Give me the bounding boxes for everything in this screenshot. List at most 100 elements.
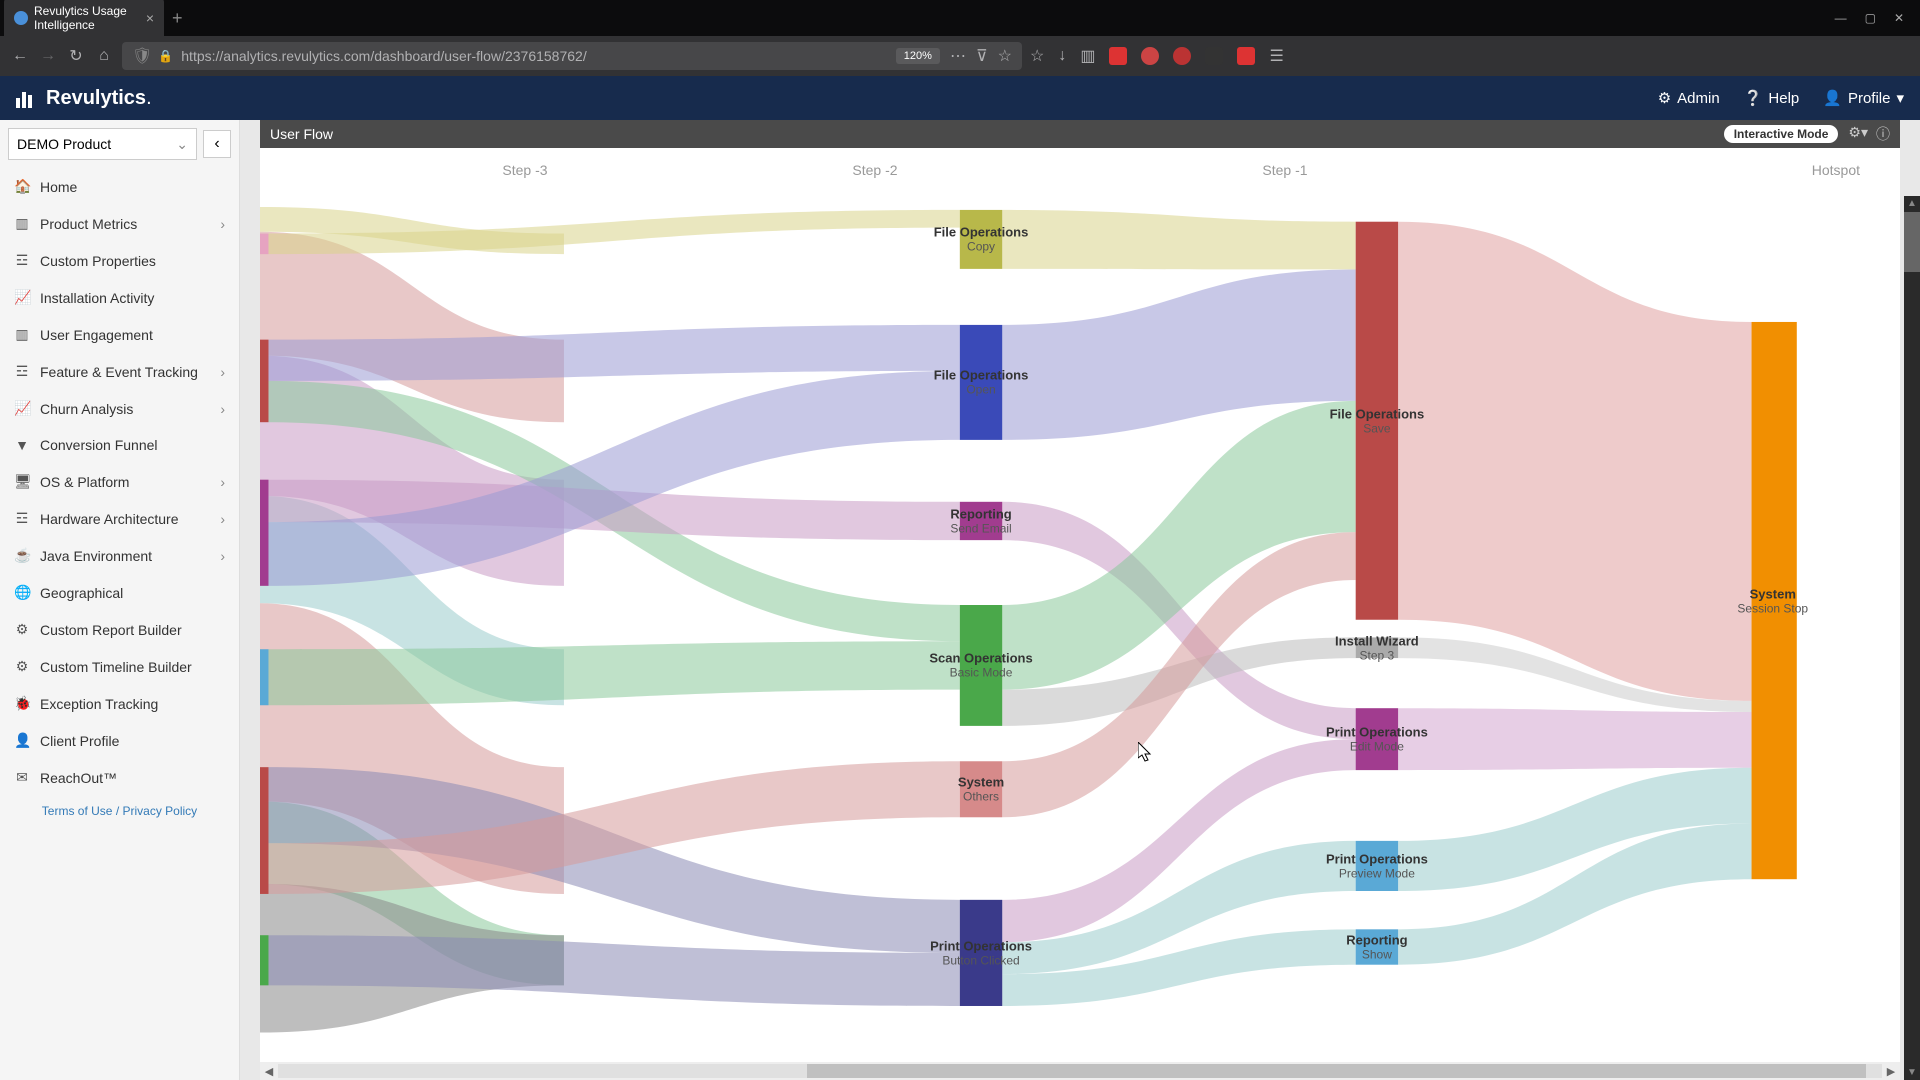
library-icon[interactable]: ▥: [1080, 46, 1095, 66]
extension-icon-2[interactable]: [1141, 47, 1159, 65]
nav-label: Exception Tracking: [40, 696, 158, 712]
globe-icon: 🌐: [14, 584, 30, 601]
chevron-right-icon: ›: [220, 474, 225, 490]
back-button[interactable]: ←: [10, 47, 30, 65]
cog-icon: ⚙: [14, 658, 30, 675]
bug-icon: 🐞: [14, 695, 30, 712]
bookmark-icon[interactable]: ☆: [1030, 46, 1044, 66]
maximize-icon[interactable]: ▢: [1865, 11, 1876, 25]
shield-icon[interactable]: 🛡: [132, 46, 152, 66]
menu-icon[interactable]: ☰: [1269, 46, 1283, 66]
scroll-up-icon[interactable]: ▲: [1904, 198, 1920, 209]
browser-tab[interactable]: Revulytics Usage Intelligence ×: [4, 0, 164, 38]
scroll-right-icon[interactable]: ▶: [1882, 1065, 1900, 1078]
main: User Flow Interactive Mode ⚙▾ ⓘ Step -3 …: [240, 120, 1920, 1080]
interactive-mode-badge[interactable]: Interactive Mode: [1724, 125, 1839, 143]
terms-link[interactable]: Terms of Use: [42, 804, 113, 818]
bookmark-star-icon[interactable]: ☆: [998, 46, 1012, 66]
sidebar-item-3[interactable]: 📈Installation Activity: [0, 279, 239, 316]
cog-icon: ⚙: [14, 621, 30, 638]
chevron-right-icon: ›: [220, 548, 225, 564]
product-selector[interactable]: DEMO Product ⌄: [8, 128, 197, 160]
url-bar[interactable]: 🛡 🔒 https://analytics.revulytics.com/das…: [122, 42, 1022, 70]
sidebar-item-2[interactable]: ☲Custom Properties: [0, 242, 239, 279]
home-icon: 🏠: [14, 178, 30, 195]
app-header: Revulytics. ⚙Admin ❔Help 👤Profile▾: [0, 76, 1920, 120]
content: DEMO Product ⌄ ‹ 🏠Home▥Product Metrics›☲…: [0, 120, 1920, 1080]
nav-label: User Engagement: [40, 327, 153, 343]
zoom-badge[interactable]: 120%: [896, 48, 940, 64]
sidebar-item-11[interactable]: 🌐Geographical: [0, 574, 239, 611]
chevron-right-icon: ›: [220, 401, 225, 417]
sidebar-item-12[interactable]: ⚙Custom Report Builder: [0, 611, 239, 648]
sidebar-item-16[interactable]: ✉ReachOut™: [0, 759, 239, 796]
admin-link[interactable]: ⚙Admin: [1658, 89, 1720, 107]
help-link[interactable]: ❔Help: [1744, 89, 1800, 107]
sidebar-item-14[interactable]: 🐞 Exception Tracking: [0, 685, 239, 722]
tasks-icon: ☲: [14, 363, 30, 380]
scroll-track[interactable]: [278, 1064, 1882, 1078]
panel-header: User Flow Interactive Mode ⚙▾ ⓘ: [260, 120, 1900, 148]
close-window-icon[interactable]: ✕: [1894, 11, 1904, 25]
sidebar-item-5[interactable]: ☲Feature & Event Tracking›: [0, 353, 239, 390]
extension-icon-1[interactable]: [1109, 47, 1127, 65]
nav-label: ReachOut™: [40, 770, 117, 786]
sidebar-item-8[interactable]: 🖥OS & Platform›: [0, 463, 239, 500]
logo-text: Revulytics: [46, 87, 146, 110]
gear-icon: ⚙: [1658, 89, 1671, 107]
extension-icon-4[interactable]: [1205, 47, 1223, 65]
sidebar-item-15[interactable]: 👤Client Profile: [0, 722, 239, 759]
forward-button[interactable]: →: [38, 47, 58, 65]
sidebar-item-13[interactable]: ⚙Custom Timeline Builder: [0, 648, 239, 685]
tab-favicon: [14, 11, 28, 25]
info-icon[interactable]: ⓘ: [1876, 124, 1890, 144]
v-scroll-thumb[interactable]: [1904, 212, 1920, 272]
collapse-sidebar-button[interactable]: ‹: [203, 130, 231, 158]
sankey-container[interactable]: Step -3 Step -2 Step -1 Hotspot File Ope…: [260, 148, 1900, 1062]
nav-label: Custom Properties: [40, 253, 156, 269]
scroll-thumb[interactable]: [807, 1064, 1866, 1078]
url-text: https://analytics.revulytics.com/dashboa…: [181, 48, 586, 64]
new-tab-button[interactable]: +: [172, 8, 183, 29]
logo-icon: [16, 88, 40, 108]
reload-button[interactable]: ↻: [66, 46, 86, 66]
sidebar-item-4[interactable]: ▥ User Engagement: [0, 316, 239, 353]
sidebar-item-10[interactable]: ☕Java Environment›: [0, 537, 239, 574]
h-scrollbar[interactable]: ◀ ▶: [260, 1062, 1900, 1080]
pocket-icon[interactable]: ⊽: [976, 46, 988, 66]
download-icon[interactable]: ↓: [1058, 47, 1066, 65]
privacy-link[interactable]: Privacy Policy: [123, 804, 198, 818]
sankey-chart[interactable]: [260, 148, 1900, 1062]
scroll-down-icon[interactable]: ▼: [1904, 1067, 1920, 1078]
nav-list: 🏠Home▥Product Metrics›☲Custom Properties…: [0, 168, 239, 796]
v-scrollbar[interactable]: ▲ ▼: [1904, 196, 1920, 1080]
extension-icon-5[interactable]: [1237, 47, 1255, 65]
tasks-icon: ☲: [14, 510, 30, 527]
user-icon: 👤: [1823, 89, 1842, 107]
user-icon: 👤: [14, 732, 30, 749]
sidebar-item-6[interactable]: 📈Churn Analysis›: [0, 390, 239, 427]
footer-sep: /: [112, 804, 122, 818]
scroll-left-icon[interactable]: ◀: [260, 1065, 278, 1078]
settings-icon[interactable]: ⚙▾: [1848, 124, 1868, 144]
logo[interactable]: Revulytics.: [16, 87, 152, 110]
sidebar-item-1[interactable]: ▥Product Metrics›: [0, 205, 239, 242]
panel-icons: ⚙▾ ⓘ: [1848, 124, 1890, 144]
sidebar-item-0[interactable]: 🏠Home: [0, 168, 239, 205]
nav-label: Java Environment: [40, 548, 152, 564]
sidebar-item-9[interactable]: ☲Hardware Architecture›: [0, 500, 239, 537]
sidebar-item-7[interactable]: ▼Conversion Funnel: [0, 427, 239, 463]
sidebar: DEMO Product ⌄ ‹ 🏠Home▥Product Metrics›☲…: [0, 120, 240, 1080]
nav-label: Product Metrics: [40, 216, 137, 232]
nav-label: Feature & Event Tracking: [40, 364, 198, 380]
chart-bar-icon: ▥: [14, 326, 30, 343]
lock-icon: 🔒: [158, 49, 173, 63]
desktop-icon: 🖥: [14, 473, 30, 490]
more-icon[interactable]: ⋯: [950, 46, 966, 66]
help-icon: ❔: [1744, 89, 1763, 107]
home-button[interactable]: ⌂: [94, 47, 114, 65]
minimize-icon[interactable]: —: [1835, 11, 1847, 25]
profile-link[interactable]: 👤Profile▾: [1823, 89, 1904, 107]
tab-close-icon[interactable]: ×: [146, 10, 154, 26]
extension-icon-3[interactable]: [1173, 47, 1191, 65]
